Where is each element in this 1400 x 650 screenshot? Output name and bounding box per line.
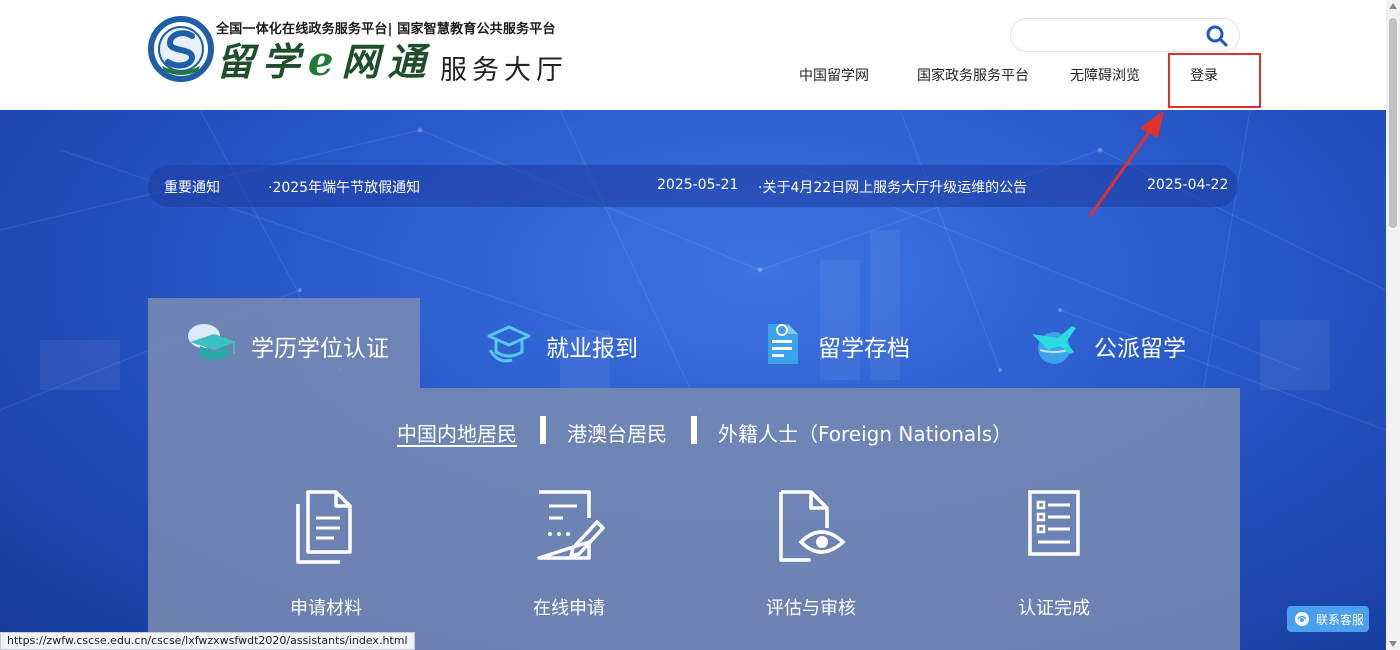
- hero-section: 重要通知 ·2025年端午节放假通知 2025-05-21 ·关于4月22日网上…: [0, 110, 1386, 650]
- notice-bar: 重要通知 ·2025年端午节放假通知 2025-05-21 ·关于4月22日网上…: [148, 165, 1238, 207]
- form-edit-icon: [537, 490, 605, 560]
- tab-study-abroad-archive[interactable]: 留学存档: [692, 298, 964, 388]
- notice-item-title[interactable]: ·2025年端午节放假通知: [268, 177, 420, 197]
- nav-accessibility[interactable]: 无障碍浏览: [1070, 65, 1140, 85]
- step-label: 申请材料: [290, 598, 362, 619]
- contact-service-button[interactable]: 联系客服: [1287, 606, 1369, 632]
- subtab-mainland-residents[interactable]: 中国内地居民: [397, 418, 517, 447]
- tab-label: 就业报到: [546, 336, 638, 362]
- tab-government-sponsored-study[interactable]: 公派留学: [964, 298, 1240, 388]
- step-application-materials[interactable]: 申请材料: [236, 488, 416, 628]
- logo-title-part-a: 留学: [216, 39, 309, 84]
- login-highlight-box: [1168, 53, 1261, 108]
- nav-china-study-abroad[interactable]: 中国留学网: [799, 65, 869, 85]
- logo-title-e: e: [308, 38, 342, 85]
- tab-label: 留学存档: [818, 336, 910, 362]
- contact-service-label: 联系客服: [1316, 613, 1365, 627]
- documents-icon: [296, 490, 352, 564]
- headset-icon: [1295, 612, 1309, 626]
- status-bar-url: https://zwfw.cscse.edu.cn/cscse/lxfwzxws…: [0, 632, 415, 650]
- tab-employment-registration[interactable]: 就业报到: [420, 298, 692, 388]
- mortarboard-outline-icon: [487, 325, 531, 363]
- graduation-cap-icon: [188, 324, 236, 360]
- subtab-separator: [691, 416, 697, 444]
- scroll-down-arrow-icon[interactable]: [1389, 641, 1397, 647]
- search-box: [1010, 18, 1240, 52]
- airplane-globe-icon: [1032, 326, 1076, 364]
- archive-file-icon: [768, 324, 798, 364]
- logo-title-part-b: 网通: [341, 39, 434, 84]
- subtab-hk-macao-taiwan[interactable]: 港澳台居民: [567, 418, 667, 447]
- logo-emblem-icon: [148, 16, 214, 82]
- site-header: 全国一体化在线政务服务平台| 国家智慧教育公共服务平台 留学e网通 服务大厅 中…: [0, 0, 1386, 110]
- page-scrollbar[interactable]: [1386, 0, 1400, 650]
- step-label: 评估与审核: [766, 598, 856, 619]
- notice-label: 重要通知: [164, 180, 220, 196]
- logo-title: 留学e网通: [216, 40, 433, 84]
- checklist-icon: [1028, 490, 1080, 556]
- logo-hall-text: 服务大厅: [440, 55, 568, 86]
- search-input[interactable]: [1025, 25, 1195, 45]
- logo-subtitle: 全国一体化在线政务服务平台| 国家智慧教育公共服务平台: [216, 22, 556, 37]
- step-label: 在线申请: [533, 598, 605, 619]
- document-eye-icon: [779, 490, 846, 562]
- scroll-up-arrow-icon[interactable]: [1389, 3, 1397, 9]
- scrollbar-thumb[interactable]: [1389, 18, 1397, 228]
- tab-degree-certification[interactable]: 学历学位认证: [148, 298, 420, 388]
- nav-national-gov-platform[interactable]: 国家政务服务平台: [917, 65, 1029, 85]
- tab-label: 公派留学: [1094, 336, 1186, 362]
- notice-item-date: 2025-05-21: [657, 177, 739, 193]
- step-certification-complete[interactable]: 认证完成: [964, 488, 1144, 628]
- step-evaluation-review[interactable]: 评估与审核: [721, 488, 901, 628]
- subtab-foreign-nationals[interactable]: 外籍人士（Foreign Nationals）: [718, 418, 1012, 447]
- search-icon[interactable]: [1205, 24, 1229, 48]
- tab-label: 学历学位认证: [251, 336, 389, 362]
- step-label: 认证完成: [1018, 598, 1090, 619]
- step-online-application[interactable]: 在线申请: [479, 488, 659, 628]
- notice-item-date: 2025-04-22: [1147, 177, 1229, 193]
- notice-item-title[interactable]: ·关于4月22日网上服务大厅升级运维的公告: [758, 177, 1027, 197]
- degree-certification-panel: 中国内地居民 港澳台居民 外籍人士（Foreign Nationals） 申请材…: [148, 388, 1240, 650]
- subtab-separator: [540, 416, 546, 444]
